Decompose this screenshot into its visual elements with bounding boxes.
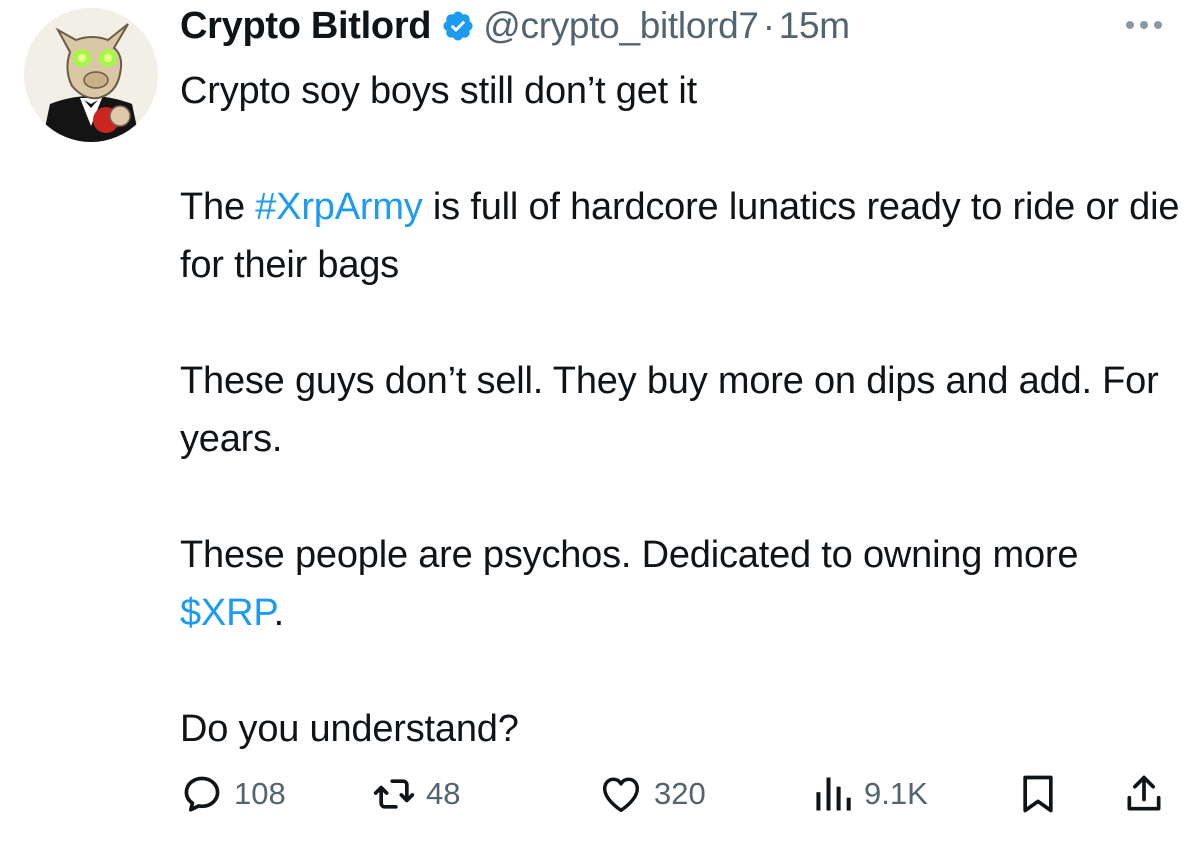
tweet-text: Crypto soy boys still don’t get it The #…: [180, 62, 1180, 758]
tweet: Crypto Bitlord @crypto_bitlord7 · 15m Cr…: [0, 0, 1200, 841]
share-button[interactable]: [1122, 768, 1166, 820]
tweet-paragraph: These guys don’t sell. They buy more on …: [180, 360, 1159, 460]
views-count: 9.1K: [864, 776, 928, 811]
reply-count: 108: [234, 776, 286, 811]
verified-badge-icon[interactable]: [441, 9, 475, 43]
tweet-text-segment: These people are psychos. Dedicated to o…: [180, 534, 1079, 576]
reply-icon: [184, 776, 220, 812]
avatar[interactable]: [24, 8, 158, 142]
display-name[interactable]: Crypto Bitlord: [180, 5, 432, 48]
like-count: 320: [654, 776, 706, 811]
separator-dot: ·: [762, 5, 775, 46]
avatar-image: [24, 8, 158, 142]
like-button[interactable]: 320: [598, 768, 706, 820]
tweet-timestamp[interactable]: 15m: [779, 5, 850, 47]
share-icon: [1127, 775, 1161, 811]
retweet-button[interactable]: 48: [372, 768, 460, 820]
bookmark-button[interactable]: [1016, 768, 1060, 820]
views-button[interactable]: 9.1K: [810, 768, 928, 820]
more-options-icon[interactable]: [1116, 14, 1172, 36]
retweet-icon: [373, 779, 415, 809]
tweet-line: Crypto soy boys still don’t get it: [180, 70, 697, 112]
tweet-paragraph: Do you understand?: [180, 708, 519, 750]
tweet-text-segment: The: [180, 186, 256, 228]
tweet-header: Crypto Bitlord @crypto_bitlord7 · 15m: [180, 2, 850, 50]
tweet-paragraph: These people are psychos. Dedicated to o…: [180, 526, 1180, 642]
bookmark-icon: [1023, 775, 1053, 813]
analytics-icon: [816, 777, 851, 811]
retweet-count: 48: [426, 776, 461, 811]
hashtag-link[interactable]: #XrpArmy: [255, 186, 423, 228]
heart-icon: [602, 777, 640, 813]
author-handle[interactable]: @crypto_bitlord7: [483, 5, 759, 47]
reply-button[interactable]: 108: [180, 768, 286, 820]
cashtag-link[interactable]: $XRP: [180, 592, 274, 634]
tweet-paragraph: The #XrpArmy is full of hardcore lunatic…: [180, 178, 1180, 294]
action-bar: 108 48 320 9.1K: [180, 768, 1170, 820]
tweet-text-segment: .: [273, 592, 285, 634]
